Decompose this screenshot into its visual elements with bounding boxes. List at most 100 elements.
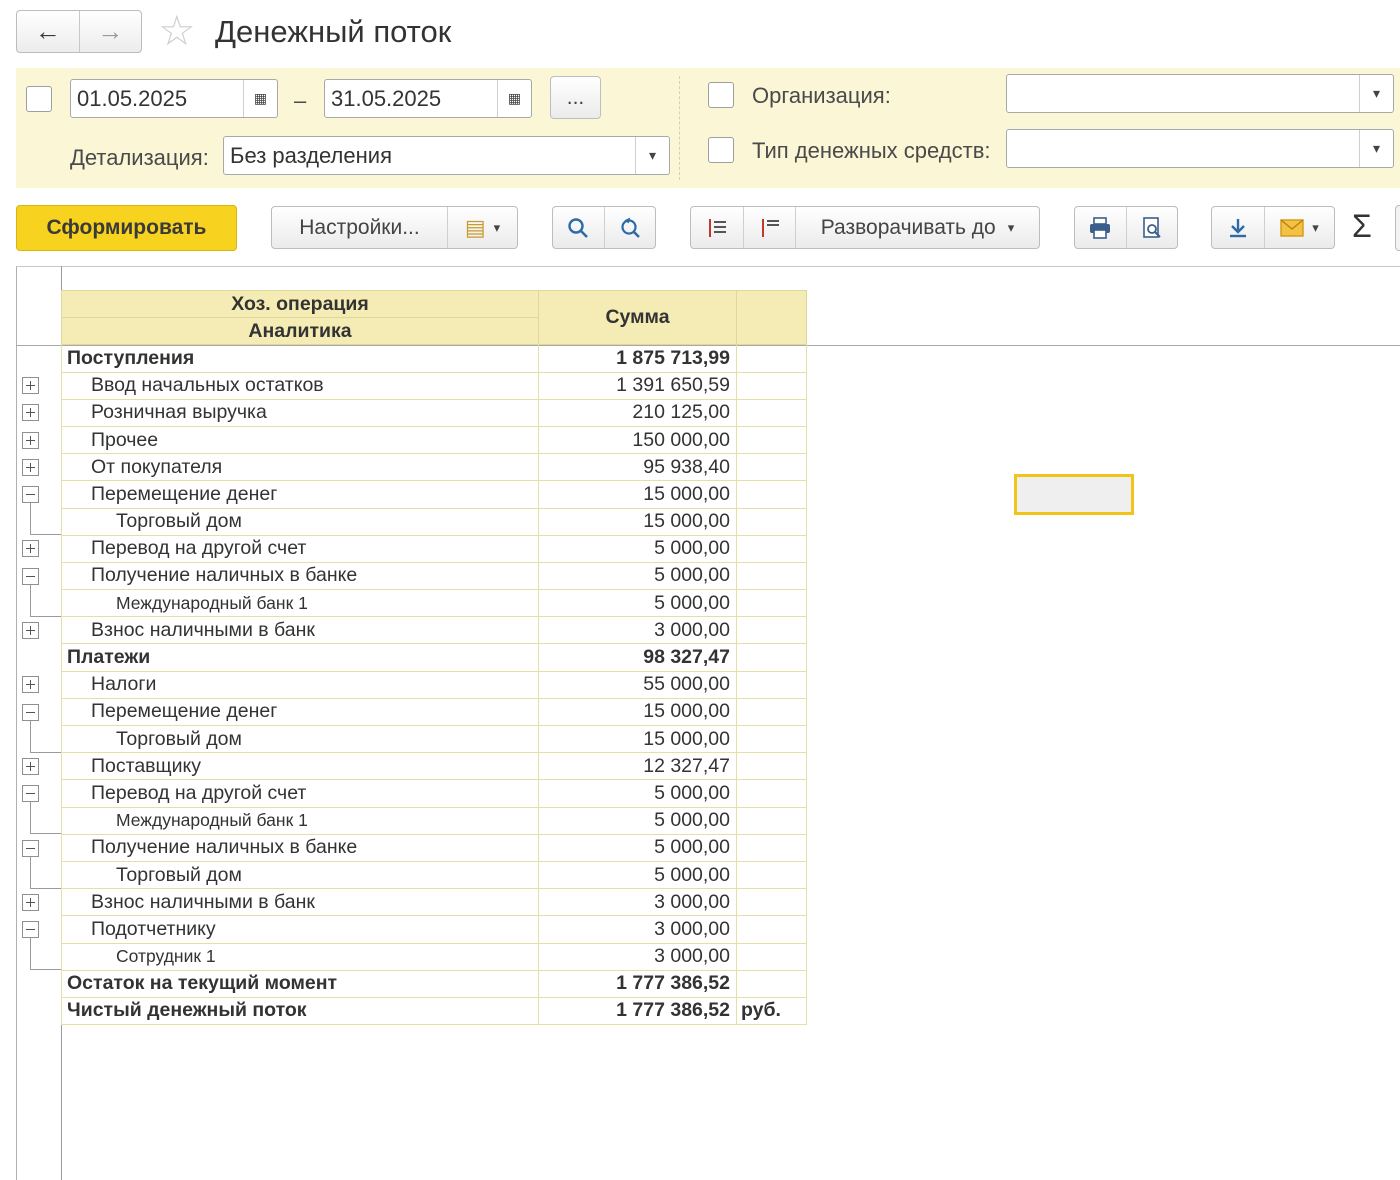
date-to-field[interactable]: 31.05.2025 ▦	[324, 79, 532, 118]
period-checkbox[interactable]	[26, 86, 52, 112]
row-amount: 1 391 650,59	[538, 371, 737, 400]
export-group: ▾	[1211, 206, 1335, 249]
expand-icon[interactable]	[22, 377, 39, 395]
calendar-icon[interactable]: ▦	[243, 80, 277, 117]
expand-icon[interactable]	[22, 431, 39, 449]
row-unit	[736, 398, 807, 427]
row-label: Розничная выручка	[61, 398, 539, 427]
back-arrow-icon[interactable]: ←	[17, 11, 79, 52]
row-unit	[736, 480, 807, 509]
expand-icon[interactable]	[22, 894, 39, 911]
selected-cell[interactable]	[1014, 474, 1134, 515]
settings-group: Настройки... ▤ ▾	[271, 206, 518, 249]
send-email-button[interactable]: ▾	[1264, 207, 1334, 248]
row-label: Поставщику	[61, 752, 539, 781]
date-to-value: 31.05.2025	[331, 85, 442, 111]
expand-icon[interactable]	[22, 404, 39, 422]
collapse-icon[interactable]	[22, 567, 39, 585]
table-row[interactable]: Перевод на другой счет 5 000,00	[61, 534, 807, 563]
table-row[interactable]: Перевод на другой счет 5 000,00	[61, 779, 807, 808]
row-amount: 95 938,40	[538, 453, 737, 482]
forward-arrow-icon[interactable]: →	[78, 11, 142, 52]
date-from-field[interactable]: 01.05.2025 ▦	[70, 79, 278, 118]
calendar-icon[interactable]: ▦	[497, 80, 531, 117]
page-title: Денежный поток	[215, 14, 452, 49]
collapse-icon[interactable]	[22, 839, 39, 857]
row-label: Остаток на текущий момент	[61, 969, 539, 998]
expand-icon[interactable]	[22, 676, 39, 694]
row-unit	[736, 915, 807, 944]
filter-divider	[679, 76, 680, 180]
chevron-down-icon[interactable]: ▾	[635, 137, 669, 174]
table-row[interactable]: От покупателя 95 938,40	[61, 453, 807, 482]
row-unit	[736, 942, 807, 971]
table-row[interactable]: Торговый дом 15 000,00	[61, 507, 807, 536]
expand-to-button[interactable]: Разворачивать до ▾	[795, 207, 1039, 248]
expand-icon[interactable]	[22, 622, 39, 639]
table-row[interactable]: Сотрудник 13 000,00	[61, 942, 807, 971]
generate-button[interactable]: Сформировать	[16, 205, 237, 251]
table-row[interactable]: Международный банк 15 000,00	[61, 589, 807, 618]
table-row[interactable]: Международный банк 15 000,00	[61, 806, 807, 835]
row-unit	[736, 779, 807, 808]
table-row[interactable]: Получение наличных в банке 5 000,00	[61, 561, 807, 591]
expand-to-label: Разворачивать до	[820, 215, 996, 239]
chevron-down-icon[interactable]: ▾	[1359, 130, 1393, 167]
table-row[interactable]: Поступления 1 875 713,99	[61, 344, 807, 373]
settings-button[interactable]: Настройки...	[272, 207, 447, 248]
favorite-star-icon[interactable]: ☆	[158, 8, 196, 54]
table-row[interactable]: Поставщику 12 327,47	[61, 752, 807, 781]
money-type-select[interactable]: ▾	[1006, 129, 1394, 168]
download-icon[interactable]	[1212, 207, 1264, 248]
table-row[interactable]: Чистый денежный поток 1 777 386,52 руб.	[61, 996, 807, 1026]
row-unit	[736, 670, 807, 699]
table-row[interactable]: Взнос наличными в банк 3 000,00	[61, 888, 807, 917]
table-row[interactable]: Налоги 55 000,00	[61, 670, 807, 699]
select-period-button[interactable]: ...	[550, 76, 601, 119]
expand-icon[interactable]	[22, 540, 39, 558]
table-row[interactable]: Ввод начальных остатков 1 391 650,59	[61, 371, 807, 400]
table-row[interactable]: Прочее 150 000,00	[61, 425, 807, 455]
chevron-down-icon: ▾	[493, 219, 501, 235]
chevron-down-icon[interactable]: ▾	[1359, 75, 1393, 112]
ungroup-list-icon[interactable]	[743, 207, 795, 248]
table-row[interactable]: Получение наличных в банке 5 000,00	[61, 833, 807, 862]
print-preview-icon[interactable]	[1125, 207, 1178, 248]
money-type-checkbox[interactable]	[708, 137, 734, 163]
collapse-icon[interactable]	[22, 785, 39, 803]
table-row[interactable]: Остаток на текущий момент 1 777 386,52	[61, 969, 807, 998]
collapse-icon[interactable]	[22, 486, 39, 503]
group-list-icon[interactable]	[691, 207, 743, 248]
row-amount: 15 000,00	[538, 507, 737, 536]
sum-icon[interactable]: Σ	[1352, 208, 1372, 245]
toolbar-overflow-button[interactable]	[1395, 205, 1400, 251]
table-row[interactable]: Платежи 98 327,47	[61, 643, 807, 672]
table-row[interactable]: Торговый дом 15 000,00	[61, 724, 807, 754]
organization-select[interactable]: ▾	[1006, 74, 1394, 113]
row-label: Поступления	[61, 344, 539, 373]
table-row[interactable]: Взнос наличными в банк 3 000,00	[61, 616, 807, 645]
table-row[interactable]: Перемещение денег 15 000,00	[61, 697, 807, 727]
table-row[interactable]: Розничная выручка 210 125,00	[61, 398, 807, 427]
collapse-icon[interactable]	[22, 703, 39, 721]
header-amount: Сумма	[538, 289, 737, 346]
variants-button[interactable]: ▤ ▾	[447, 207, 517, 248]
print-icon[interactable]	[1075, 207, 1126, 248]
detail-select[interactable]: Без разделения ▾	[223, 136, 670, 175]
table-row[interactable]: Перемещение денег 15 000,00	[61, 480, 807, 509]
report-table: Хоз. операция Сумма Аналитика Поступлени…	[61, 289, 807, 1026]
expand-icon[interactable]	[22, 458, 39, 476]
expand-icon[interactable]	[22, 758, 39, 775]
search-icon[interactable]	[553, 207, 604, 248]
collapse-icon[interactable]	[22, 921, 39, 939]
chevron-down-icon: ▾	[1312, 219, 1319, 235]
more-label: ...	[566, 85, 585, 109]
organization-checkbox[interactable]	[708, 82, 734, 108]
search-refresh-icon[interactable]	[603, 207, 656, 248]
table-row[interactable]: Подотчетнику 3 000,00	[61, 915, 807, 944]
row-amount: 15 000,00	[538, 724, 737, 754]
table-row[interactable]: Торговый дом 5 000,00	[61, 860, 807, 890]
row-unit	[736, 643, 807, 672]
row-amount: 3 000,00	[538, 616, 737, 645]
detail-value: Без разделения	[230, 142, 392, 168]
